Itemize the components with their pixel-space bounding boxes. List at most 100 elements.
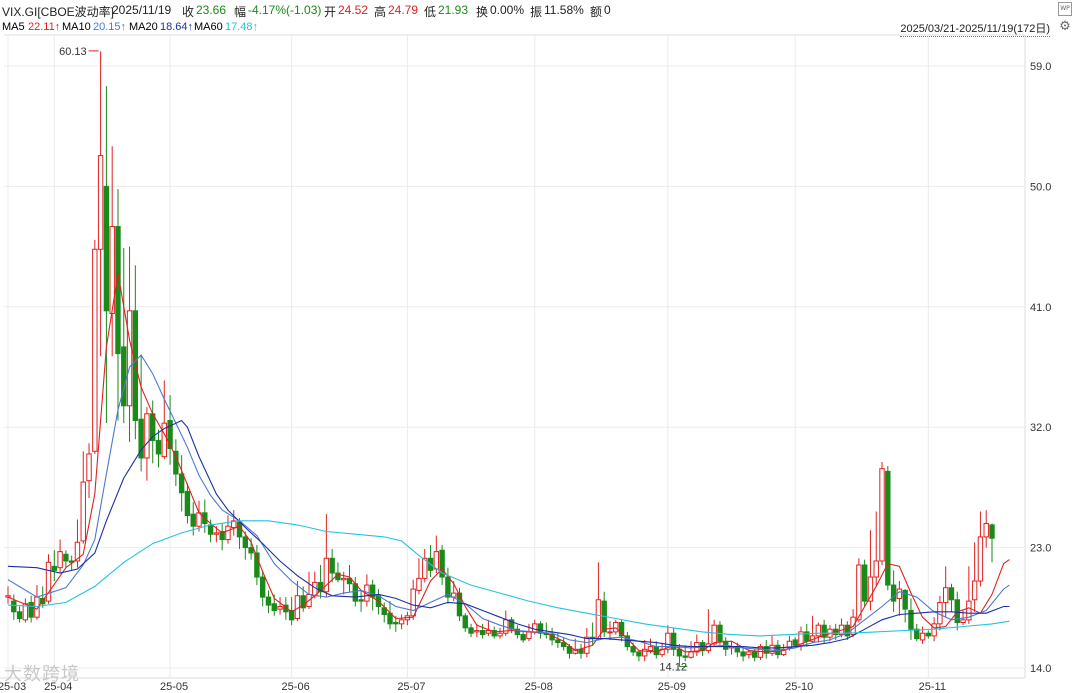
- candle-body-up: [144, 413, 150, 459]
- candle-body-down: [636, 651, 642, 657]
- candle-body-up: [474, 630, 480, 633]
- candle-body-down: [115, 226, 121, 355]
- candle-body-down: [925, 632, 932, 637]
- candle-body-up: [126, 310, 133, 407]
- candle-body-up: [416, 577, 422, 591]
- candle-body-down: [653, 646, 659, 656]
- candle-body-down: [740, 651, 746, 657]
- candle-body-up: [942, 587, 949, 603]
- x-tick-label: 25-07: [397, 681, 425, 693]
- candle-body-down: [462, 615, 468, 629]
- y-tick-label: 14.0: [1030, 663, 1051, 675]
- candle-body-down: [329, 557, 335, 574]
- candle-body-up: [92, 248, 98, 452]
- candle-body-up: [433, 551, 440, 570]
- candle-body-down: [184, 490, 191, 516]
- y-tick-label: 32.0: [1030, 422, 1051, 434]
- candle-body-down: [578, 648, 584, 654]
- y-tick-label: 50.0: [1030, 181, 1051, 193]
- candle-body-down: [103, 185, 110, 312]
- candle-body-down: [207, 524, 214, 535]
- candle-body-up: [977, 536, 984, 582]
- x-tick-label: 25-06: [282, 681, 310, 693]
- candle-body-down: [393, 622, 399, 625]
- candle-body-down: [555, 639, 561, 644]
- candle-body-down: [682, 655, 688, 658]
- candle-body-up: [856, 564, 862, 621]
- candle-body-down: [676, 648, 683, 657]
- candle-body-up: [341, 577, 347, 581]
- candle-body-up: [613, 622, 619, 633]
- candle-body-up: [960, 619, 966, 624]
- candle-body-up: [711, 624, 717, 645]
- candle-body-down: [792, 639, 798, 646]
- candle-body-up: [277, 605, 283, 610]
- y-tick-label: 41.0: [1030, 302, 1051, 314]
- candle-body-down: [520, 634, 526, 641]
- watermark: 大数跨境: [4, 664, 80, 685]
- candle-body-up: [80, 481, 86, 542]
- candle-body-down: [948, 587, 955, 601]
- candle-body-up: [86, 453, 92, 482]
- candle-body-down: [914, 628, 920, 640]
- candle-body-up: [746, 651, 752, 656]
- candle-body-down: [885, 470, 891, 586]
- candle-body-up: [532, 623, 538, 633]
- candle-body-up: [485, 630, 492, 634]
- candle-body-down: [352, 583, 358, 602]
- candle-body-up: [607, 631, 613, 634]
- candle-body-down: [560, 642, 567, 648]
- candle-body-down: [861, 564, 868, 602]
- candle-body-down: [468, 627, 474, 634]
- candle-body-down: [190, 513, 196, 527]
- candle-body-up: [688, 651, 694, 658]
- candle-body-up: [97, 155, 104, 250]
- candle-body-down: [259, 576, 266, 598]
- candle-body-up: [931, 623, 937, 637]
- candle-body-up: [5, 595, 11, 598]
- candle-body-up: [497, 632, 503, 637]
- candle-body-up: [225, 525, 231, 541]
- candle-body-up: [398, 619, 405, 625]
- candle-body-down: [989, 524, 995, 539]
- candle-body-up: [526, 631, 532, 640]
- candle-body-up: [896, 588, 903, 599]
- candlestick-chart: 59.050.041.032.023.014.025-03 25-04 25-05 2…: [0, 34, 1051, 693]
- candle-body-down: [265, 596, 272, 606]
- candle-body-down: [456, 592, 463, 617]
- candle-body-up: [879, 468, 885, 562]
- max-annotation: 60.13: [59, 46, 87, 58]
- candle-body-up: [971, 580, 978, 601]
- candle-body-up: [873, 560, 879, 578]
- y-tick-label: 59.0: [1030, 61, 1051, 73]
- candle-body-down: [248, 547, 254, 554]
- y-tick-label: 23.0: [1030, 543, 1051, 555]
- candle-body-down: [155, 440, 162, 455]
- candle-body-up: [57, 551, 63, 569]
- candle-body-up: [919, 632, 926, 641]
- candle-body-down: [51, 565, 58, 571]
- candle-body-down: [630, 646, 636, 653]
- candle-body-down: [16, 611, 23, 620]
- candle-body-up: [937, 601, 943, 625]
- candle-body-down: [271, 603, 277, 611]
- candle-body-down: [63, 553, 69, 562]
- candle-body-up: [815, 624, 822, 637]
- x-tick-label: 25-08: [525, 681, 553, 693]
- candle-body-up: [584, 636, 590, 654]
- candle-body-down: [28, 601, 34, 618]
- candle-body-up: [595, 599, 602, 640]
- candle-body-up: [647, 646, 654, 652]
- candle-body-up: [642, 648, 648, 657]
- candle-body-down: [358, 599, 364, 602]
- x-tick-label: 25-05: [160, 681, 188, 693]
- candle-body-up: [983, 523, 989, 538]
- min-annotation: 14.12: [659, 661, 687, 673]
- candle-body-down: [236, 521, 243, 538]
- candle-body-down: [11, 600, 17, 613]
- candle-body-down: [178, 473, 185, 494]
- x-tick-label: 25-10: [785, 681, 813, 693]
- x-tick-label: 25-09: [658, 681, 686, 693]
- candle-body-down: [479, 630, 486, 636]
- candle-body-up: [410, 588, 416, 617]
